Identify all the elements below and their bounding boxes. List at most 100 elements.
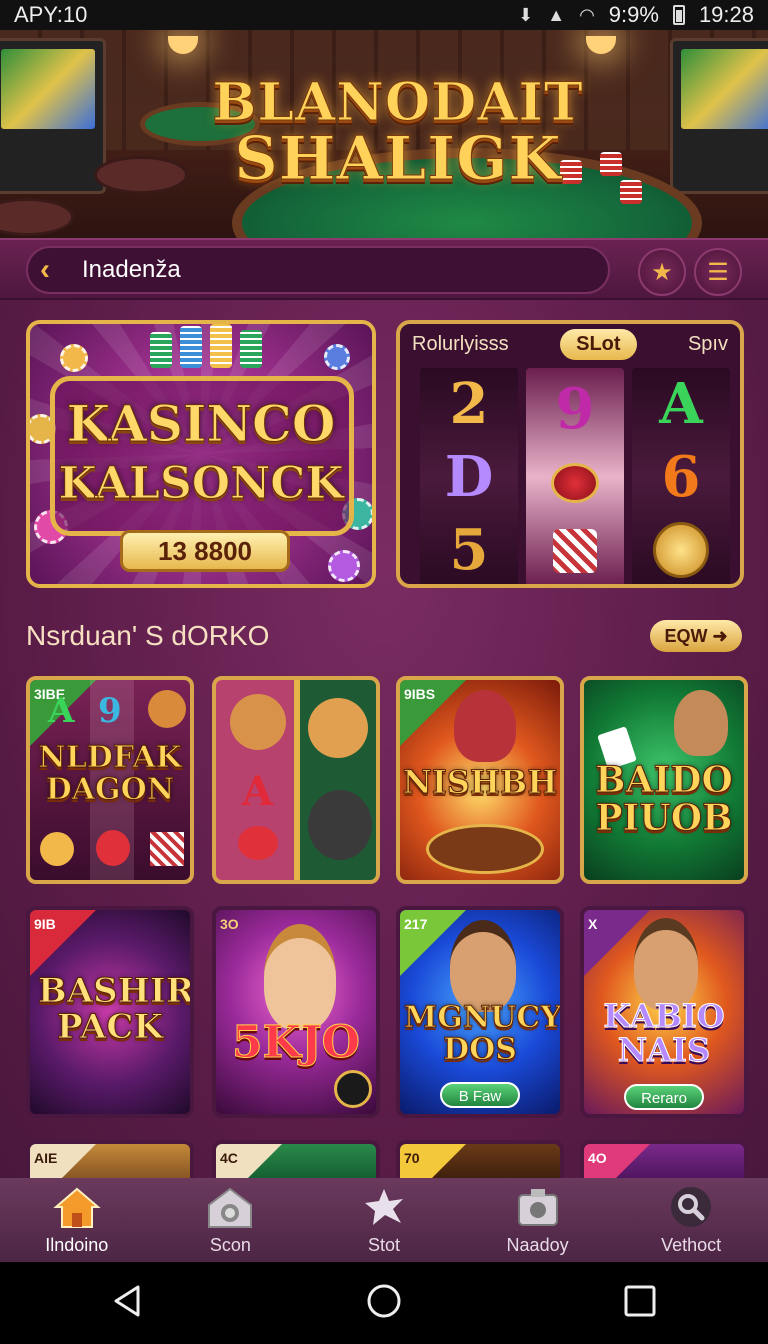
nav-item-vethoct[interactable]: Vethoct (631, 1185, 751, 1256)
jackpot-amount: 13 8800 (120, 530, 290, 572)
more-label: EQW (664, 626, 708, 646)
chip-stack-image (620, 180, 642, 204)
reel-symbol: 5 (449, 516, 489, 583)
cat-icon (148, 690, 186, 728)
logo-line-2: SHALIGK (234, 124, 562, 194)
app-logo: BLANODAIT SHALIGK (212, 58, 583, 208)
wolf-icon (308, 790, 372, 860)
featured-game-banner[interactable]: KASINCO KALSONCK 13 8800 (26, 320, 376, 588)
treasure-bowl-icon (426, 824, 544, 874)
game-tile[interactable]: 217 MGNUCY DOS B Faw (396, 906, 564, 1118)
tab-slot[interactable]: SLot (560, 328, 637, 360)
nav-label: Vethoct (661, 1234, 722, 1255)
chip-stack-image (150, 332, 172, 368)
play-button[interactable]: Reraro (624, 1084, 704, 1110)
slot-machine-image (670, 38, 768, 194)
nav-item-stot[interactable]: Stot (324, 1185, 444, 1256)
reel: 2 D 5 (420, 368, 518, 584)
game-tile[interactable]: 4O (580, 1140, 748, 1178)
reel-symbol: A (659, 371, 703, 438)
game-title: MGNUCY DOS (404, 1000, 562, 1067)
chip-stack-image (240, 330, 262, 368)
slot-preview-panel: Rolurlyisss SLot Spıv 2 D 5 9 A 6 (396, 320, 744, 588)
nav-item-naadoy[interactable]: Naadoy (478, 1185, 598, 1256)
menu-button[interactable]: ☰ (694, 248, 742, 296)
star-icon: ★ (651, 258, 673, 286)
signal-icon: ▲ (547, 4, 566, 25)
slot-reels: 2 D 5 9 A 6 (420, 368, 730, 584)
featured-title-line-1: KASINCO (66, 394, 336, 454)
game-tile[interactable]: 3O 5KJO (212, 906, 380, 1118)
game-tile[interactable]: 9IB BASHIRS PACK (26, 906, 194, 1118)
rose-icon (96, 830, 130, 866)
more-button[interactable]: EQW ➜ (650, 620, 742, 652)
signal-percent: 9:9% (608, 2, 659, 27)
chip-image (328, 550, 360, 582)
back-icon[interactable] (108, 1281, 148, 1326)
section-title: Nsrduan' S dORKO (26, 620, 270, 651)
game-tile[interactable]: 70 (396, 1140, 564, 1178)
woman-icon (264, 924, 336, 1030)
status-right: ⬇ ▲ ◠ 9:9% 19:28 (518, 2, 754, 28)
stool-image (0, 198, 74, 236)
chip-stack-image (560, 160, 582, 184)
game-tile[interactable]: 4C (212, 1140, 380, 1178)
man-icon (450, 920, 516, 1012)
reel-symbol: 9 (555, 376, 595, 442)
nav-item-home[interactable]: Ilndoino (17, 1185, 137, 1256)
nav-label: Naadoy (506, 1234, 569, 1255)
arrow-right-icon: ➜ (712, 626, 728, 646)
play-button[interactable]: B Faw (440, 1082, 520, 1108)
cat-icon (308, 698, 368, 758)
tab-spiv[interactable]: Spıv (688, 333, 728, 356)
chip-stack-image (600, 152, 622, 176)
system-navigation-bar (0, 1262, 768, 1344)
hamburger-menu-icon: ☰ (707, 258, 729, 286)
wifi-icon: ◠ (579, 4, 595, 25)
game-tile[interactable]: A (212, 676, 380, 884)
coin-icon (653, 521, 709, 578)
main-content: KASINCO KALSONCK 13 8800 Rolurlyisss SLo… (0, 300, 768, 1178)
nav-label: Scon (209, 1234, 251, 1255)
badge: 70 (400, 1144, 470, 1178)
chevron-left-icon[interactable]: ‹ (40, 255, 68, 285)
reel-symbol: 6 (661, 443, 701, 510)
reel-symbol: D (444, 443, 494, 510)
badge: 4C (216, 1144, 286, 1178)
tab-rolurlyisss[interactable]: Rolurlyisss (412, 333, 509, 356)
stool-image (94, 156, 188, 194)
chip-stack-image (180, 326, 202, 368)
favorite-button[interactable]: ★ (638, 248, 686, 296)
game-title: NISHBH (402, 763, 558, 801)
nav-label: Ilndoino (45, 1234, 109, 1255)
nav-label: Stot (367, 1234, 400, 1255)
navbar-title: Inadenža (82, 256, 181, 283)
game-tile[interactable]: 9IBS NISHBH (396, 676, 564, 884)
sun-icon (40, 832, 74, 866)
status-left-text: APY:10 (14, 2, 88, 27)
clock: 19:28 (698, 2, 754, 27)
recents-icon[interactable] (620, 1281, 660, 1326)
home-circle-icon[interactable] (364, 1281, 404, 1326)
game-tile[interactable]: BAIDO PIUOB (580, 676, 748, 884)
chip-image (60, 344, 88, 372)
title-bar[interactable]: ‹ Inadenža (26, 246, 610, 294)
nav-item-scon[interactable]: Scon (170, 1185, 290, 1256)
star-burst-icon (359, 1185, 409, 1231)
top-navbar: ‹ Inadenža ★ ☰ (0, 238, 768, 300)
hero-banner: BLANODAIT SHALIGK (0, 30, 768, 238)
game-title: NLDFAK DAGON (38, 740, 182, 807)
game-title: BAIDO PIUOB (595, 759, 734, 839)
game-tile[interactable]: X KABIO NAIS Reraro (580, 906, 748, 1118)
chip-stack-image (210, 324, 232, 368)
game-tile[interactable]: 3IBE A 9 NLDFAK DAGON (26, 676, 194, 884)
search-icon (666, 1185, 716, 1231)
slot-tabs: Rolurlyisss SLot Spıv (400, 324, 740, 364)
logo-line-1: BLANODAIT (212, 72, 584, 133)
chips-icon (553, 529, 597, 573)
reel-symbol: 9 (98, 691, 122, 731)
man-icon (674, 690, 728, 756)
game-tile[interactable]: AIE (26, 1140, 194, 1178)
hooded-man-icon (454, 690, 516, 762)
reel-symbol: A (242, 768, 274, 815)
